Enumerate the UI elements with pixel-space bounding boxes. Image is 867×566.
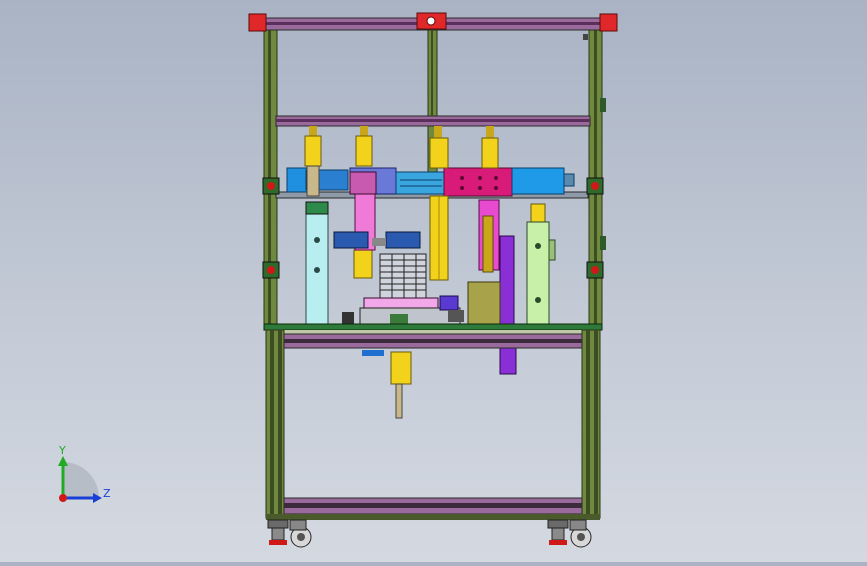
yellow-lower-cylinder (353, 249, 373, 279)
olive-box (467, 281, 501, 327)
pink-base-plate (363, 297, 439, 309)
origin-dot (59, 494, 67, 502)
slide-rail-blue (395, 171, 447, 195)
table-top (263, 323, 603, 334)
purple-lower-block (499, 347, 517, 375)
yellow-cylinder-1 (304, 135, 322, 167)
yellow-bottom-cylinder (390, 351, 412, 385)
top-left-red-cap (248, 13, 267, 32)
purple-column (499, 235, 515, 327)
machine-assembly-drawing: Y Z (58, 12, 618, 548)
magenta-carriage (443, 167, 513, 197)
casters (267, 519, 592, 548)
yellow-cylinder-3 (429, 137, 449, 169)
yellow-cylinder-4 (481, 137, 499, 169)
top-right-red-cap (599, 13, 618, 32)
z-axis-label: Z (103, 487, 111, 500)
yellow-cylinder-2 (355, 135, 373, 167)
blue-motor-right (511, 167, 565, 195)
lower-frame (265, 329, 601, 520)
orientation-triad: Y Z (58, 444, 111, 503)
stacked-plate-assembly (379, 253, 427, 301)
yellow-cylinder-5 (530, 203, 546, 223)
y-axis-label: Y (58, 444, 66, 457)
cad-viewport[interactable]: Y Z (0, 0, 867, 562)
green-column (526, 221, 550, 327)
